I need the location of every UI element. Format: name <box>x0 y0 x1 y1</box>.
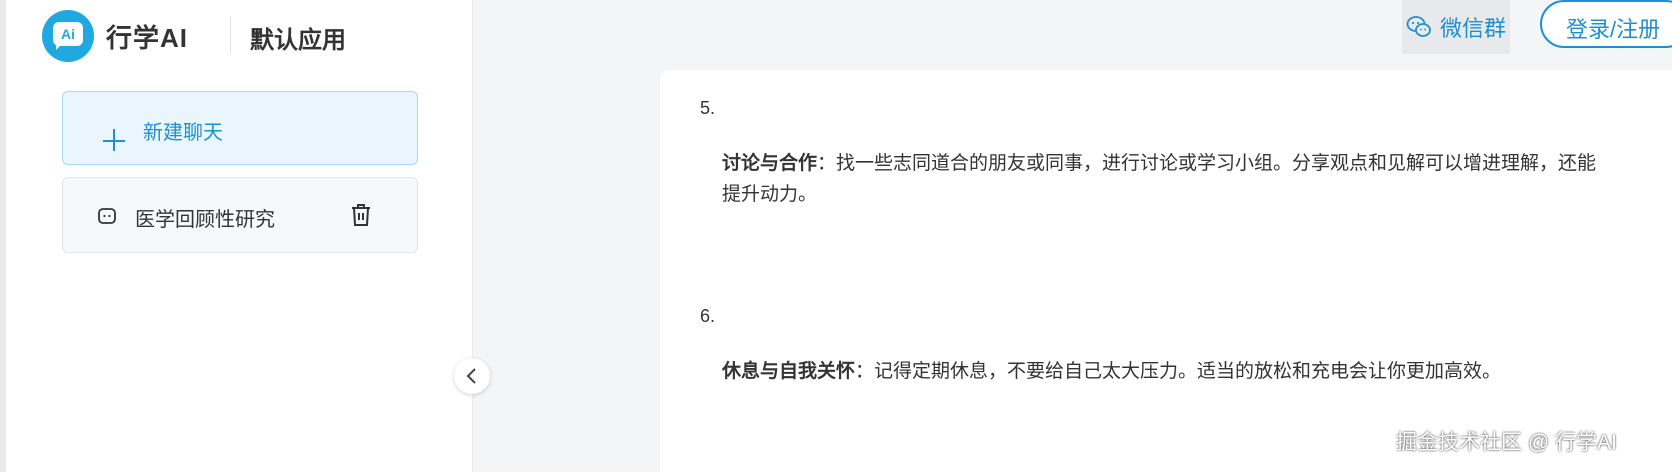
wechat-label: 微信群 <box>1439 16 1506 41</box>
wechat-group-button[interactable]: 微信群 <box>1402 0 1510 54</box>
list-item-body: ：找一些志同道合的朋友或同事，进行讨论或学习小组。分享观点和见解可以增进理解，还… <box>722 153 1597 205</box>
chat-content-panel: 5. 讨论与合作：找一些志同道合的朋友或同事，进行讨论或学习小组。分享观点和见解… <box>660 70 1672 472</box>
collapse-sidebar-button[interactable] <box>454 358 490 394</box>
brand-name: 行学AI <box>106 23 189 53</box>
logo-text: Ai <box>53 22 83 46</box>
list-item-number: 6. <box>700 306 716 326</box>
new-chat-label: 新建聊天 <box>143 122 223 144</box>
trash-icon[interactable] <box>349 202 373 228</box>
list-item-text: 讨论与合作：找一些志同道合的朋友或同事，进行讨论或学习小组。分享观点和见解可以增… <box>722 148 1602 210</box>
app-logo: Ai <box>42 10 94 62</box>
wechat-icon <box>1406 16 1431 37</box>
app-name: 默认应用 <box>250 27 346 54</box>
chat-list-item[interactable]: 医学回顾性研究 <box>62 177 418 253</box>
list-item-number: 5. <box>700 98 716 118</box>
chat-bubble-icon <box>98 208 116 224</box>
new-chat-button[interactable]: 新建聊天 <box>62 91 418 165</box>
list-item-text: 休息与自我关怀：记得定期休息，不要给自己太大压力。适当的放松和充电会让你更加高效… <box>722 356 1602 387</box>
chevron-left-icon <box>466 368 476 384</box>
header-divider <box>230 16 231 54</box>
watermark: 掘金技术社区 @ 行学AI <box>1396 431 1617 454</box>
plus-icon <box>103 129 127 153</box>
login-register-button[interactable]: 登录/注册 <box>1540 0 1672 48</box>
sidebar: Ai 行学AI 默认应用 新建聊天 医学回顾性研究 <box>6 0 473 472</box>
list-item-body: ：记得定期休息，不要给自己太大压力。适当的放松和充电会让你更加高效。 <box>855 361 1502 382</box>
list-item-heading: 休息与自我关怀 <box>722 361 856 382</box>
list-item-heading: 讨论与合作 <box>722 153 818 174</box>
chat-title: 医学回顾性研究 <box>135 209 275 231</box>
